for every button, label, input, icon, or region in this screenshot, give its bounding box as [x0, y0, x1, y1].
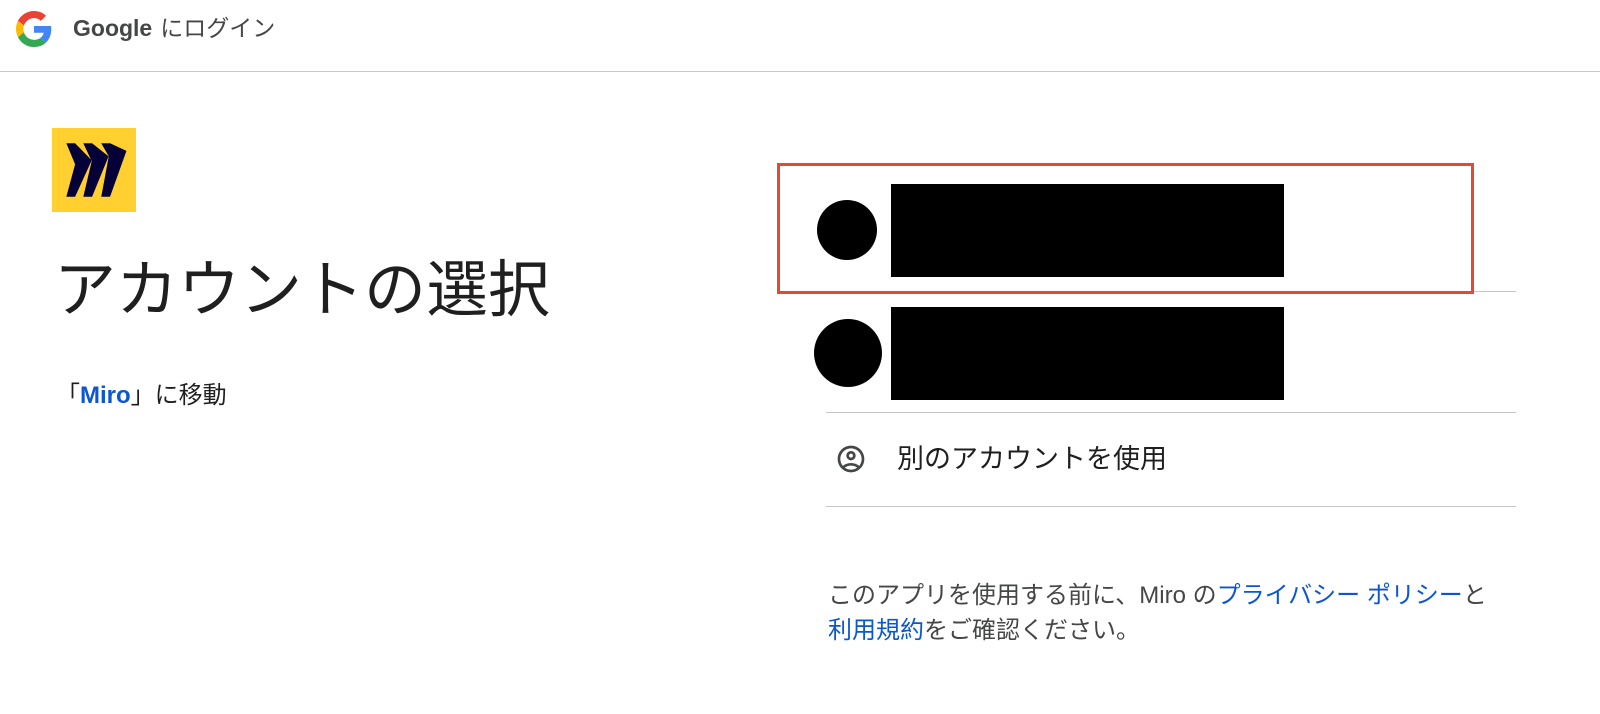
header-suffix: にログイン — [160, 15, 276, 41]
continue-prefix: 「 — [56, 382, 80, 409]
account-row-1[interactable] — [806, 170, 1516, 291]
miro-logo-icon — [52, 128, 136, 212]
consent-notice: このアプリを使用する前に、Miro のプライバシー ポリシーと 利用規約をご確認… — [828, 578, 1487, 648]
header-brand: Google — [73, 15, 153, 41]
use-another-account-label: 別のアカウントを使用 — [897, 444, 1167, 474]
account-details-redacted — [891, 184, 1284, 277]
divider — [826, 506, 1516, 507]
header-bar: Google にログイン — [0, 0, 1600, 72]
google-g-logo-icon — [16, 11, 52, 47]
consent-text-before: このアプリを使用する前に、Miro の — [828, 582, 1217, 609]
page-title: アカウントの選択 — [54, 256, 551, 325]
consent-text-after: をご確認ください。 — [924, 617, 1140, 644]
continue-to-app: 「Miro」に移動 — [56, 380, 227, 412]
app-name-link[interactable]: Miro — [80, 382, 131, 409]
account-row-2[interactable] — [806, 292, 1516, 412]
account-circle-icon — [837, 445, 865, 473]
account-details-redacted — [891, 307, 1284, 400]
consent-line-1: このアプリを使用する前に、Miro のプライバシー ポリシーと — [828, 578, 1487, 613]
header-title: Google にログイン — [73, 12, 275, 44]
consent-line-2: 利用規約をご確認ください。 — [828, 613, 1487, 648]
account-avatar-redacted — [817, 200, 877, 260]
use-another-account-button[interactable]: 別のアカウントを使用 — [806, 413, 1516, 506]
terms-of-service-link[interactable]: 利用規約 — [828, 617, 924, 644]
consent-text-and: と — [1462, 582, 1487, 609]
continue-suffix: 」に移動 — [130, 382, 227, 409]
privacy-policy-link[interactable]: プライバシー ポリシー — [1217, 582, 1463, 609]
account-avatar-redacted — [814, 319, 882, 387]
